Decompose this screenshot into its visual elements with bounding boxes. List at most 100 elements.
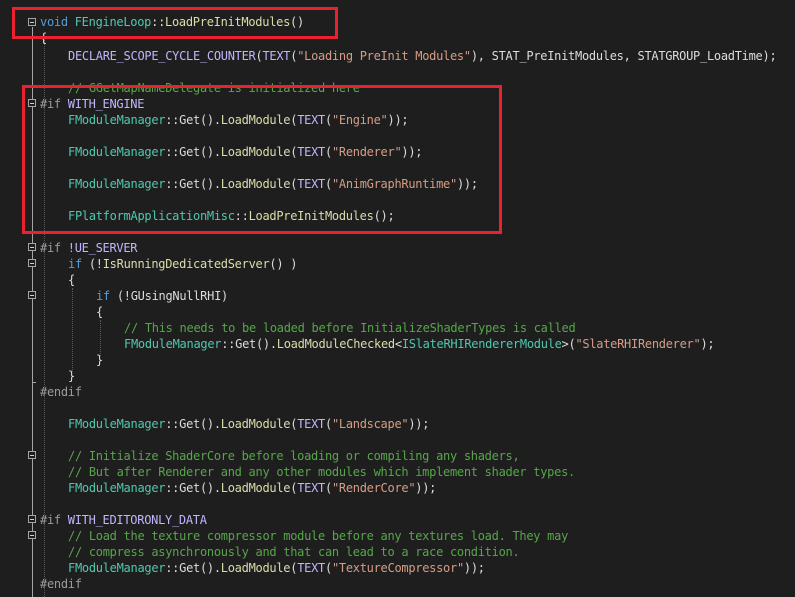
brace: { [96,305,103,319]
cycle-counter-line[interactable]: DECLARE_SCOPE_CYCLE_COUNTER(TEXT("Loadin… [68,48,777,64]
paren: ( [324,145,332,159]
load-animgraph-line[interactable]: FModuleManager::Get().LoadModule(TEXT("A… [68,176,478,192]
preprocessor-if: #if [40,241,61,255]
function-name: LoadPreInitModules [248,209,374,223]
comment-shader-types-line[interactable]: // This needs to be loaded before Initia… [124,320,576,336]
paren: ( [324,417,332,431]
template-close: >( [561,337,576,351]
call-rest: () ) [269,257,298,271]
if-editoronly-line[interactable]: #if WITH_EDITORONLY_DATA [40,512,207,528]
comment: // GGetMapNameDelegate is initialized he… [68,81,360,95]
comment-texture-line-1[interactable]: // Load the texture compressor module be… [68,528,568,544]
outline-end-with-engine [32,232,36,233]
close-brace-line-2[interactable]: } [68,368,75,384]
fold-toggle-null-rhi-if[interactable] [28,291,36,299]
close: )); [408,417,430,431]
load-texture-compressor-line[interactable]: FModuleManager::Get().LoadModule(TEXT("T… [68,560,485,576]
fold-toggle-comment-shadercore[interactable] [28,451,36,459]
get-call: ::Get(). [165,481,221,495]
open-brace-line-3[interactable]: { [96,304,103,320]
macro-text: TEXT [297,417,325,431]
paren: ) [221,289,228,303]
indent-guide-2 [72,288,73,372]
if-ue-server-line[interactable]: #if !UE_SERVER [40,240,138,256]
string-literal: "RenderCore" [331,481,416,495]
brace: } [96,353,103,367]
comment-shadercore-line-2[interactable]: // But after Renderer and any other modu… [68,464,575,480]
get-call: ::Get(). [165,177,221,191]
paren: (! [109,289,131,303]
load-landscape-line[interactable]: FModuleManager::Get().LoadModule(TEXT("L… [68,416,429,432]
comment-texture-line-2[interactable]: // compress asynchronously and that can … [68,544,520,560]
close: )); [456,177,478,191]
code-editor[interactable]: void FEngineLoop::LoadPreInitModules() {… [0,0,795,597]
macro-text: TEXT [297,177,325,191]
comment-shadercore-line-1[interactable]: // Initialize ShaderCore before loading … [68,448,520,464]
dedicated-server-if-line[interactable]: if (!IsRunningDedicatedServer() ) [68,256,297,272]
close: )); [387,113,409,127]
brace: { [40,31,47,45]
function-signature-line[interactable]: void FEngineLoop::LoadPreInitModules() [40,14,304,30]
comment: // Load the texture compressor module be… [68,529,569,543]
load-module-fn: LoadModule [220,145,291,159]
macro-with-engine: WITH_ENGINE [67,97,145,111]
if-with-engine-line[interactable]: #if WITH_ENGINE [40,96,144,112]
preprocessor-endif: #endif [40,385,82,399]
platform-class: FPlatformApplicationMisc [68,209,235,223]
macro-editoronly: WITH_EDITORONLY_DATA [67,513,207,527]
brace: } [68,369,75,383]
get-call: ::Get(). [221,337,277,351]
close: ); [700,337,715,351]
fold-toggle-with-engine[interactable] [28,99,36,107]
close: )); [415,481,437,495]
platform-misc-line[interactable]: FPlatformApplicationMisc::LoadPreInitMod… [68,208,395,224]
preprocessor-if: #if [40,97,61,111]
template-open: < [394,337,402,351]
load-module-checked-line[interactable]: FModuleManager::Get().LoadModuleChecked<… [124,336,715,352]
close: )); [401,145,423,159]
close: )); [463,561,485,575]
open-brace-line[interactable]: { [40,30,47,46]
scope-operator: :: [151,15,166,29]
fold-toggle-ue-server[interactable] [28,243,36,251]
string-literal: "Loading PreInit Modules" [297,49,471,63]
module-manager-class: FModuleManager [68,177,166,191]
macro-declare-counter: DECLARE_SCOPE_CYCLE_COUNTER [68,49,256,63]
macro-text: TEXT [297,113,325,127]
module-manager-class: FModuleManager [124,337,222,351]
template-type: ISlateRHIRendererModule [401,337,562,351]
endif-line-2[interactable]: #endif [40,576,82,592]
preprocessor-endif: #endif [40,577,82,591]
comment-mapname-line[interactable]: // GGetMapNameDelegate is initialized he… [68,80,360,96]
endif-line-1[interactable]: #endif [40,384,82,400]
load-module-fn: LoadModule [220,417,291,431]
load-rendercore-line[interactable]: FModuleManager::Get().LoadModule(TEXT("R… [68,480,436,496]
fold-toggle-dedicated-if[interactable] [28,259,36,267]
call-rest: (); [373,209,395,223]
macro-text: TEXT [297,145,325,159]
fold-toggle-function[interactable] [28,18,36,26]
macro-ue-server: !UE_SERVER [67,241,138,255]
preprocessor-if: #if [40,513,61,527]
open-brace-line-2[interactable]: { [68,272,75,288]
paren: ( [324,561,332,575]
module-manager-class: FModuleManager [68,417,166,431]
comment: // This needs to be loaded before Initia… [124,321,576,335]
string-literal: "TextureCompressor" [331,561,464,575]
fold-toggle-comment-texture[interactable] [28,531,36,539]
paren: (! [81,257,103,271]
function-name: LoadPreInitModules [165,15,291,29]
class-name: FEngineLoop [74,15,152,29]
params: () [290,15,304,29]
load-module-fn: LoadModule [220,177,291,191]
load-module-checked-fn: LoadModuleChecked [276,337,395,351]
load-renderer-line[interactable]: FModuleManager::Get().LoadModule(TEXT("R… [68,144,423,160]
close-brace-line-3[interactable]: } [96,352,103,368]
null-rhi-if-line[interactable]: if (!GUsingNullRHI) [96,288,228,304]
load-engine-line[interactable]: FModuleManager::Get().LoadModule(TEXT("E… [68,112,409,128]
get-call: ::Get(). [165,113,221,127]
fold-toggle-editoronly[interactable] [28,515,36,523]
paren: ( [324,481,332,495]
indent-guide-3 [100,320,101,356]
string-literal: "Engine" [331,113,388,127]
